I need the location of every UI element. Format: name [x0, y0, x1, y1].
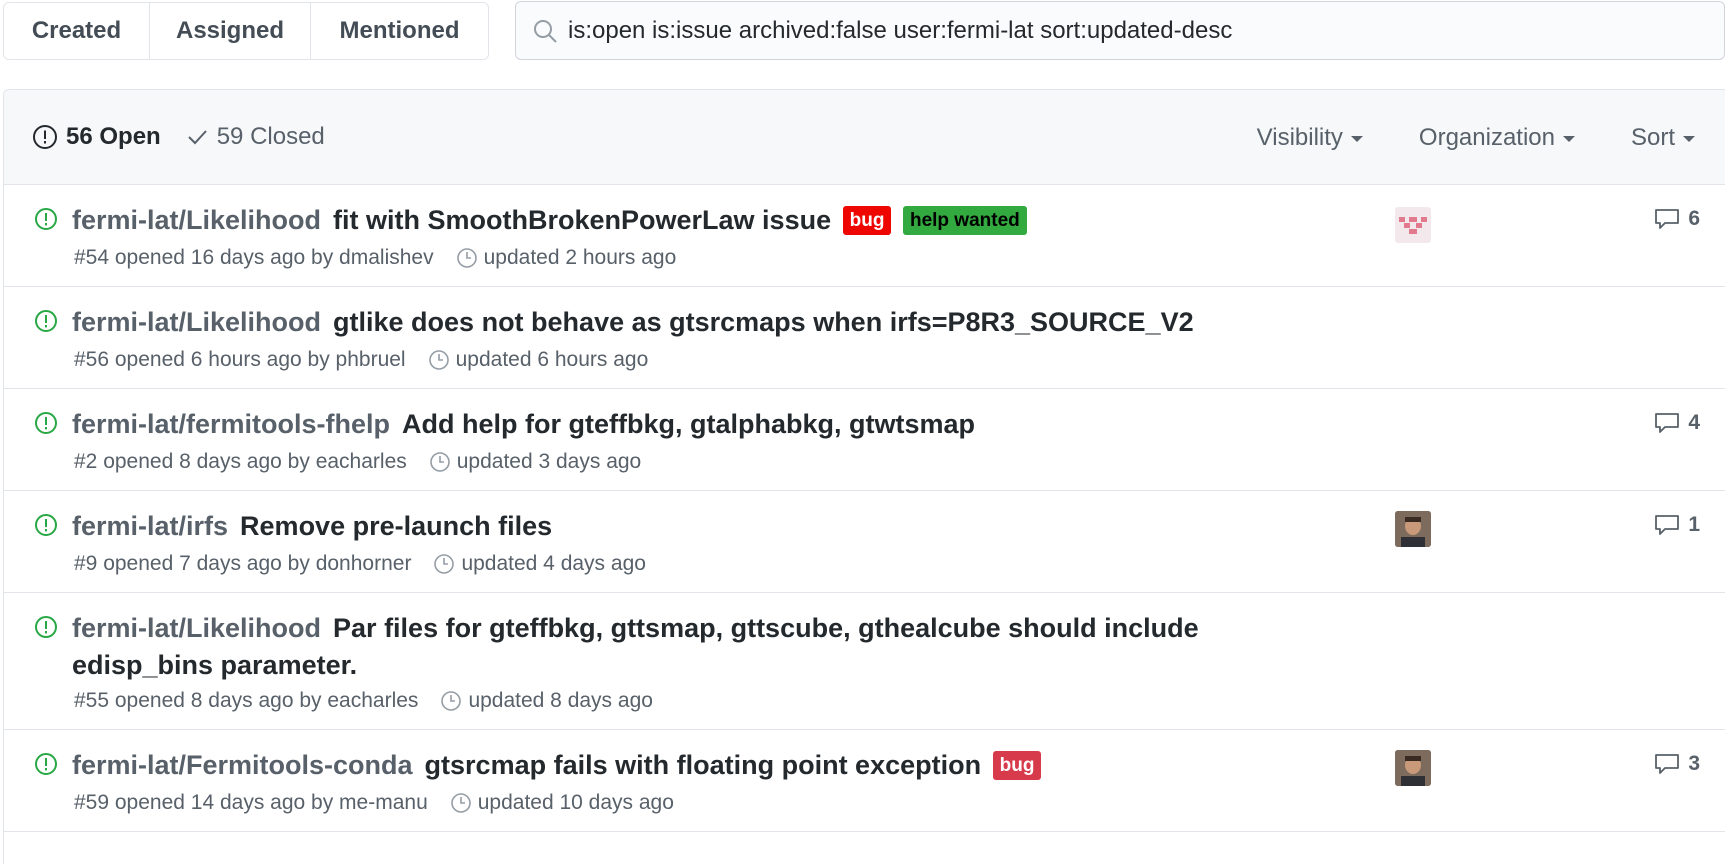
issue-updated: updated 10 days ago — [477, 791, 674, 814]
issue-meta: #55 opened 8 days ago by eacharles updat… — [74, 689, 653, 713]
tab-created[interactable]: Created — [4, 3, 150, 59]
organization-label: Organization — [1418, 123, 1555, 151]
issue-opened-icon — [35, 208, 57, 230]
tab-assigned[interactable]: Assigned — [150, 3, 311, 59]
issue-title-link[interactable]: gtsrcmap fails with floating point excep… — [425, 750, 982, 780]
issue-repo-link[interactable]: fermi-lat/Likelihood — [72, 205, 321, 235]
issue-opened-icon — [35, 616, 57, 638]
comments-link[interactable]: 6 — [1654, 207, 1700, 231]
closed-issues-link[interactable]: 59 Closed — [185, 123, 325, 151]
issues-list-header: 56 Open 59 Closed Visibility Organizatio… — [4, 90, 1725, 185]
clock-icon — [434, 554, 455, 574]
search-icon — [534, 19, 557, 43]
check-icon — [187, 130, 207, 145]
issue-row[interactable]: fermi-lat/fermitools-fhelp Add help for g… — [4, 389, 1725, 491]
issue-row[interactable]: fermi-lat/Fermitools-conda gtsrcmap fails… — [4, 730, 1725, 832]
issue-filters: Visibility Organization Sort — [1201, 90, 1695, 185]
issue-title-link[interactable]: fit with SmoothBrokenPowerLaw issue — [333, 205, 831, 235]
comments-count: 6 — [1688, 207, 1700, 230]
comment-icon — [1655, 209, 1680, 229]
issue-meta: #54 opened 16 days ago by dmalishev upda… — [74, 246, 676, 270]
issue-opened-icon — [35, 412, 57, 434]
clock-icon — [456, 248, 477, 268]
comments-link[interactable]: 3 — [1654, 752, 1700, 776]
clock-icon — [428, 350, 449, 370]
issue-updated: updated 2 hours ago — [483, 246, 677, 269]
issue-updated: updated 8 days ago — [468, 689, 653, 712]
search-input[interactable] — [568, 16, 1668, 45]
open-count: 56 Open — [66, 123, 161, 150]
comment-icon — [1655, 413, 1680, 433]
issue-row[interactable]: fermi-lat/Likelihood Par files for gteffb… — [4, 593, 1725, 730]
tab-mentioned[interactable]: Mentioned — [311, 3, 488, 59]
issue-repo-link[interactable]: fermi-lat/Likelihood — [72, 613, 321, 643]
visibility-dropdown[interactable]: Visibility — [1257, 124, 1363, 152]
sort-dropdown[interactable]: Sort — [1631, 124, 1695, 152]
chevron-down-icon — [1562, 135, 1575, 142]
comment-icon — [1655, 754, 1680, 774]
issue-filter-tabs: Created Assigned Mentioned — [3, 2, 489, 60]
clock-icon — [429, 452, 450, 472]
issue-updated: updated 6 hours ago — [455, 348, 649, 371]
avatar-identicon[interactable] — [1395, 207, 1431, 243]
issue-updated: updated 4 days ago — [461, 552, 646, 575]
open-issues-link[interactable]: 56 Open — [32, 123, 161, 151]
issue-opened-icon — [35, 753, 57, 775]
organization-dropdown[interactable]: Organization — [1419, 124, 1575, 152]
issue-title-link[interactable]: Remove pre-launch files — [240, 511, 552, 541]
issue-title-link[interactable]: gtlike does not behave as gtsrcmaps when… — [333, 307, 1194, 337]
issue-state-toggle: 56 Open 59 Closed — [32, 123, 325, 151]
closed-count: 59 Closed — [216, 123, 325, 150]
comments-link[interactable]: 1 — [1654, 513, 1700, 537]
issue-repo-link[interactable]: fermi-lat/Likelihood — [72, 307, 321, 337]
issue-row[interactable]: fermi-lat/Likelihood gtlike does not beha… — [4, 287, 1725, 389]
clock-icon — [441, 691, 462, 711]
visibility-label: Visibility — [1256, 123, 1343, 151]
label-bug[interactable]: bug — [992, 751, 1042, 780]
issue-meta: #9 opened 7 days ago by donhorner update… — [74, 552, 646, 576]
issue-opened-by: #9 opened 7 days ago by donhorner — [74, 552, 412, 575]
issue-opened-icon — [33, 125, 57, 149]
issues-list: 56 Open 59 Closed Visibility Organizatio… — [3, 89, 1725, 864]
issue-repo-link[interactable]: fermi-lat/irfs — [72, 511, 228, 541]
label-bug[interactable]: bug — [842, 206, 892, 235]
avatar-photo[interactable] — [1395, 750, 1431, 786]
issue-meta: #59 opened 14 days ago by me-manu update… — [74, 791, 674, 815]
issue-opened-by: #59 opened 14 days ago by me-manu — [74, 791, 428, 814]
issue-repo-link[interactable]: fermi-lat/fermitools-fhelp — [72, 409, 390, 439]
issue-opened-by: #55 opened 8 days ago by eacharles — [74, 689, 419, 712]
issue-opened-icon — [35, 514, 57, 536]
issue-updated: updated 3 days ago — [456, 450, 642, 473]
issue-meta: #2 opened 8 days ago by eacharles update… — [74, 450, 641, 474]
avatar-photo[interactable] — [1395, 511, 1431, 547]
issue-opened-icon — [35, 310, 57, 332]
label-help-wanted[interactable]: help wanted — [902, 206, 1027, 235]
issue-meta: #56 opened 6 hours ago by phbruel update… — [74, 348, 648, 372]
issue-opened-by: #54 opened 16 days ago by dmalishev — [74, 246, 434, 269]
issue-title-link[interactable]: Add help for gteffbkg, gtalphabkg, gtwts… — [402, 409, 975, 439]
comments-count: 1 — [1688, 513, 1700, 536]
issue-opened-by: #56 opened 6 hours ago by phbruel — [74, 348, 406, 371]
issue-row[interactable]: fermi-lat/Likelihood fit with SmoothBroke… — [4, 185, 1725, 287]
comments-count: 4 — [1688, 411, 1700, 434]
sort-label: Sort — [1630, 123, 1675, 151]
chevron-down-icon — [1683, 135, 1695, 142]
clock-icon — [450, 793, 471, 813]
issue-search[interactable] — [515, 1, 1725, 60]
chevron-down-icon — [1350, 135, 1363, 142]
issue-repo-link[interactable]: fermi-lat/Fermitools-conda — [72, 750, 413, 780]
comments-count: 3 — [1688, 752, 1700, 775]
issue-opened-by: #2 opened 8 days ago by eacharles — [74, 450, 407, 473]
comment-icon — [1655, 515, 1680, 535]
issue-row[interactable]: fermi-lat/irfs Remove pre-launch files #9… — [4, 491, 1725, 593]
comments-link[interactable]: 4 — [1654, 411, 1700, 435]
